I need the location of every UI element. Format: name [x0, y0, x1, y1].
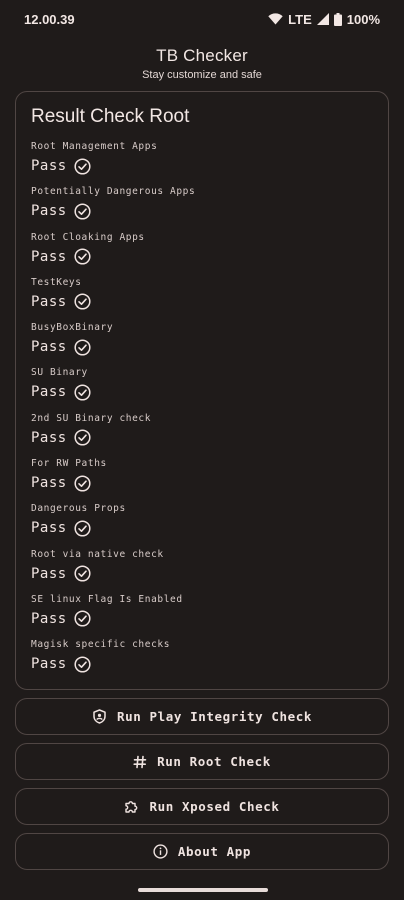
run-root-check-button[interactable]: Run Root Check [15, 743, 389, 780]
button-label: Run Play Integrity Check [116, 709, 312, 724]
check-circle-icon [74, 429, 91, 446]
check-item: BusyBoxBinary Pass [31, 319, 388, 364]
check-result: Pass [31, 428, 388, 448]
check-label: Potentially Dangerous Apps [31, 186, 196, 198]
check-label: Root via native check [31, 548, 164, 560]
button-label: Run Xposed Check [149, 799, 280, 814]
check-item: Root via native check Pass [31, 546, 388, 591]
signal-icon [316, 13, 329, 25]
wifi-icon [268, 13, 283, 25]
hash-icon [133, 755, 147, 769]
app-title: TB Checker [156, 46, 248, 65]
button-label: Run Root Check [157, 754, 271, 769]
check-label: Dangerous Props [31, 503, 126, 515]
check-status: Pass [31, 429, 67, 446]
check-list: Root Management Apps Pass Potentially Da… [31, 138, 388, 682]
check-item: 2nd SU Binary check Pass [31, 410, 388, 455]
check-status: Pass [31, 293, 67, 310]
check-status: Pass [31, 248, 67, 265]
battery-icon [333, 12, 342, 26]
check-item: Root Management Apps Pass [31, 138, 388, 183]
check-label: Root Cloaking Apps [31, 231, 145, 243]
check-item: TestKeys Pass [31, 274, 388, 319]
check-result: Pass [31, 156, 388, 176]
check-item: SE linux Flag Is Enabled Pass [31, 591, 388, 636]
check-circle-icon [74, 520, 91, 537]
check-label: 2nd SU Binary check [31, 412, 152, 424]
check-status: Pass [31, 384, 67, 401]
network-type: LTE [288, 11, 312, 27]
check-circle-icon [74, 339, 91, 356]
check-result: Pass [31, 247, 388, 267]
navigation-handle[interactable] [138, 888, 268, 892]
app-header: TB Checker Stay customize and safe [0, 46, 404, 81]
check-item: For RW Paths Pass [31, 455, 388, 500]
check-result: Pass [31, 654, 388, 674]
check-result: Pass [31, 292, 388, 312]
shield-icon [92, 709, 107, 724]
check-item: SU Binary Pass [31, 364, 388, 409]
check-circle-icon [74, 384, 91, 401]
check-item: Potentially Dangerous Apps Pass [31, 183, 388, 228]
status-bar: 12.00.39 LTE 100% [0, 0, 404, 38]
check-circle-icon [74, 293, 91, 310]
check-result: Pass [31, 518, 388, 538]
check-result: Pass [31, 337, 388, 357]
info-icon [153, 844, 168, 859]
check-result: Pass [31, 382, 388, 402]
result-card: Result Check Root Root Management Apps P… [15, 91, 389, 690]
check-status: Pass [31, 475, 67, 492]
check-circle-icon [74, 475, 91, 492]
check-circle-icon [74, 565, 91, 582]
check-status: Pass [31, 565, 67, 582]
check-result: Pass [31, 609, 388, 629]
run-play-integrity-check-button[interactable]: Run Play Integrity Check [15, 698, 389, 735]
check-label: TestKeys [31, 276, 82, 288]
check-result: Pass [31, 564, 388, 584]
check-status: Pass [31, 656, 67, 673]
check-circle-icon [74, 656, 91, 673]
check-label: For RW Paths [31, 458, 107, 470]
app-subtitle: Stay customize and safe [142, 69, 262, 81]
check-circle-icon [74, 203, 91, 220]
check-label: SU Binary [31, 367, 88, 379]
run-xposed-check-button[interactable]: Run Xposed Check [15, 788, 389, 825]
check-label: BusyBoxBinary [31, 322, 114, 334]
check-label: SE linux Flag Is Enabled [31, 593, 183, 605]
check-circle-icon [74, 157, 91, 175]
check-label: Magisk specific checks [31, 639, 171, 651]
check-status: Pass [31, 520, 67, 537]
result-title: Result Check Root [31, 106, 190, 127]
button-label: About App [177, 844, 252, 859]
check-result: Pass [31, 201, 388, 221]
check-circle-icon [74, 610, 91, 628]
check-status: Pass [31, 158, 67, 174]
about-app-button[interactable]: About App [15, 833, 389, 870]
check-label: Root Management Apps [31, 141, 158, 152]
check-status: Pass [31, 339, 67, 356]
puzzle-icon [124, 799, 139, 814]
check-status: Pass [31, 203, 67, 220]
battery-percent: 100% [346, 11, 380, 27]
check-item: Dangerous Props Pass [31, 500, 388, 545]
check-item: Root Cloaking Apps Pass [31, 229, 388, 274]
status-time: 12.00.39 [24, 11, 75, 27]
check-status: Pass [31, 610, 67, 627]
status-indicators: LTE 100% [268, 12, 380, 27]
check-result: Pass [31, 473, 388, 493]
check-item: Magisk specific checks Pass [31, 636, 388, 681]
check-circle-icon [74, 248, 91, 265]
